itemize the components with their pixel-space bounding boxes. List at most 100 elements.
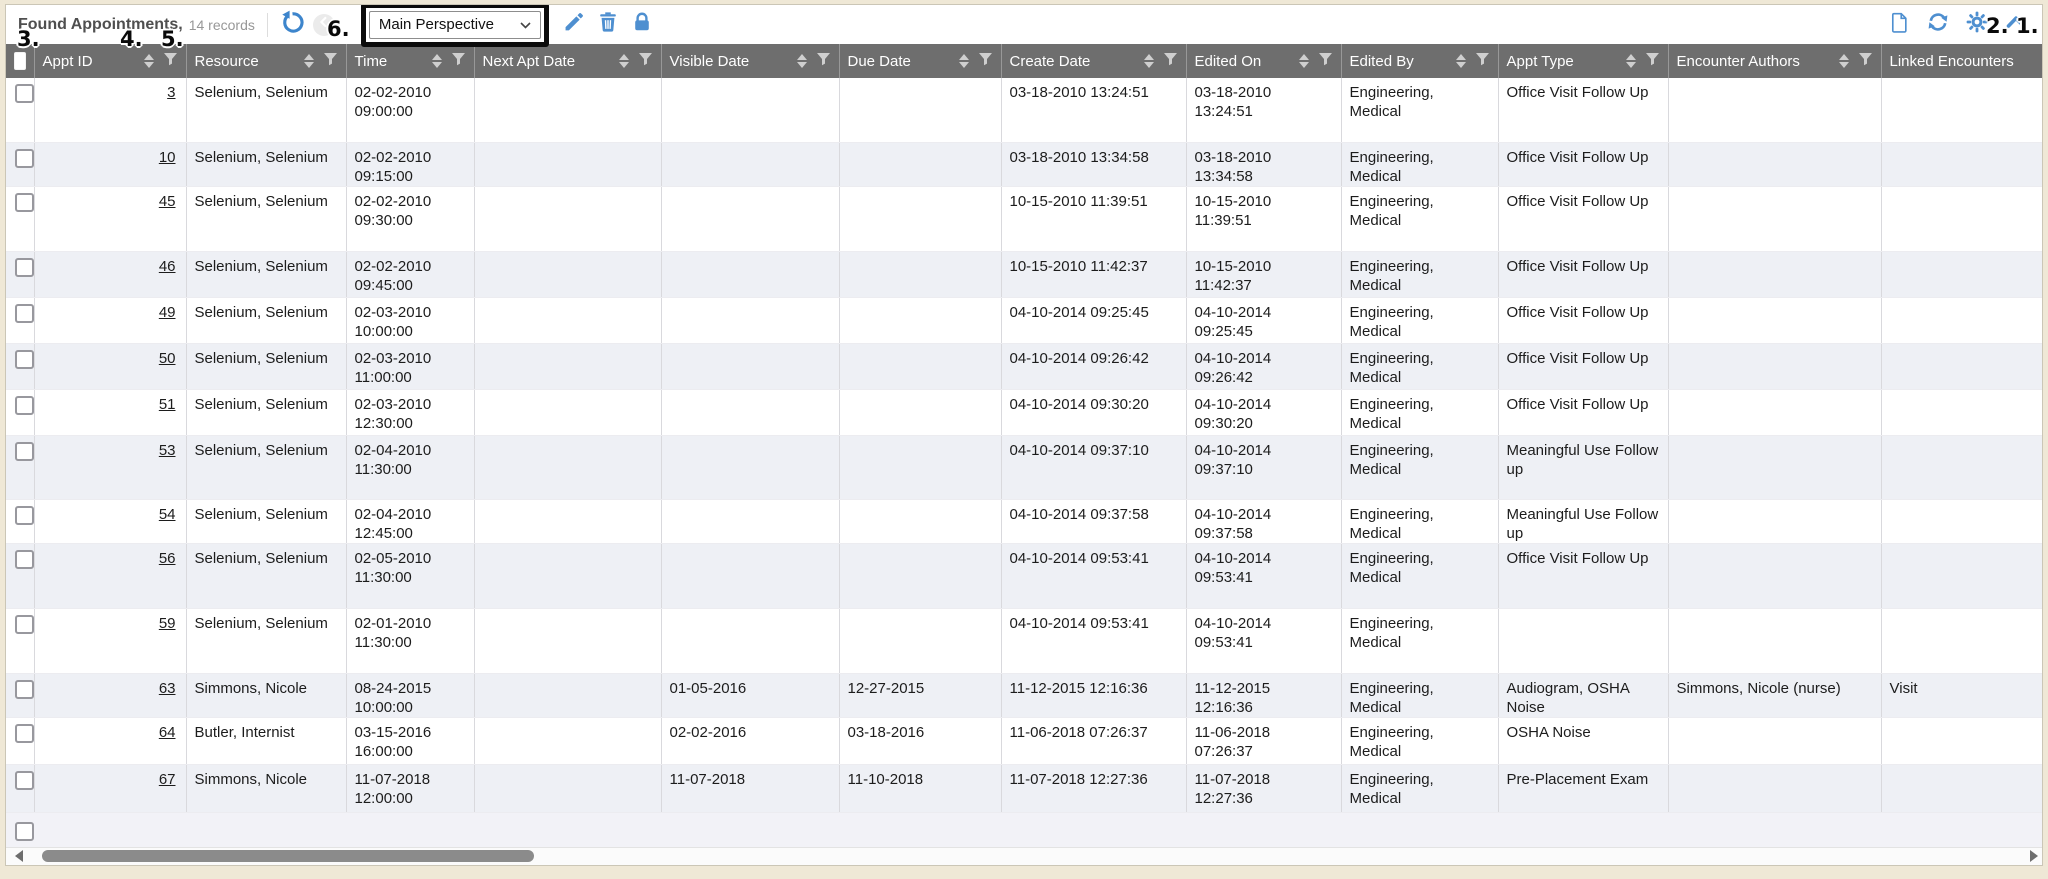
cell-time: 02-05-2010 11:30:00 — [346, 543, 474, 608]
appt-id-link[interactable]: 63 — [159, 680, 176, 697]
sort-icon[interactable] — [1626, 54, 1636, 68]
appt-id-link[interactable]: 3 — [167, 84, 175, 101]
cell-edited_by: Engineering, Medical — [1341, 297, 1498, 343]
row-checkbox[interactable] — [15, 724, 34, 743]
filter-icon[interactable] — [978, 52, 993, 71]
column-header-label: Appt ID — [43, 53, 93, 70]
sort-icon[interactable] — [1299, 54, 1309, 68]
column-header-linked_encounters: Linked Encounters — [1881, 44, 2042, 78]
appt-id-link[interactable]: 49 — [159, 304, 176, 321]
sort-icon[interactable] — [1456, 54, 1466, 68]
column-header-due_date: Due Date — [839, 44, 1001, 78]
annotation-1: 1. — [2016, 14, 2039, 38]
row-checkbox[interactable] — [15, 149, 34, 168]
annotation-5: 5. — [161, 27, 184, 51]
cell-edited_by: Engineering, Medical — [1341, 389, 1498, 435]
cell-edited_on: 04-10-2014 09:37:10 — [1186, 435, 1341, 499]
undo-button[interactable] — [280, 10, 305, 40]
page-icon — [1888, 11, 1911, 39]
row-checkbox[interactable] — [15, 550, 34, 569]
sort-icon[interactable] — [144, 54, 154, 68]
lock-perspective-button[interactable] — [631, 11, 653, 38]
filter-icon[interactable] — [638, 52, 653, 71]
appt-id-link[interactable]: 10 — [159, 149, 176, 166]
sort-icon[interactable] — [797, 54, 807, 68]
cell-encounter_authors — [1668, 186, 1881, 251]
sort-up-arrow-icon — [1456, 54, 1466, 60]
cell-time: 02-03-2010 10:00:00 — [346, 297, 474, 343]
cell-encounter_authors — [1668, 717, 1881, 764]
row-checkbox[interactable] — [15, 84, 34, 103]
horizontal-scrollbar[interactable] — [6, 847, 2042, 865]
filter-icon[interactable] — [1858, 52, 1873, 71]
refresh-button[interactable] — [1926, 10, 1950, 39]
row-checkbox[interactable] — [15, 350, 34, 369]
row-checkbox[interactable] — [15, 615, 34, 634]
filter-icon[interactable] — [451, 52, 466, 71]
row-checkbox[interactable] — [15, 680, 34, 699]
cell-resource: Simmons, Nicole — [186, 764, 346, 812]
cell-due_date — [839, 389, 1001, 435]
cell-checkbox — [6, 142, 34, 186]
row-checkbox[interactable] — [15, 304, 34, 323]
appt-id-link[interactable]: 54 — [159, 506, 176, 523]
cell-appt-id: 51 — [34, 389, 186, 435]
cell-appt_type: Office Visit Follow Up — [1498, 297, 1668, 343]
row-checkbox[interactable] — [15, 258, 34, 277]
cell-resource: Selenium, Selenium — [186, 499, 346, 543]
sort-up-arrow-icon — [959, 54, 969, 60]
perspective-select[interactable]: Main Perspective — [369, 11, 541, 39]
cell-resource: Selenium, Selenium — [186, 78, 346, 142]
sort-icon[interactable] — [304, 54, 314, 68]
column-header-label: Edited On — [1195, 53, 1262, 70]
scroll-right-arrow[interactable] — [2030, 850, 2038, 862]
table-row: 64Butler, Internist03-15-2016 16:00:0002… — [6, 717, 2042, 764]
appt-id-link[interactable]: 56 — [159, 550, 176, 567]
row-checkbox[interactable] — [15, 396, 34, 415]
appt-id-link[interactable]: 51 — [159, 396, 176, 413]
empty-row-cell — [6, 812, 2042, 847]
sort-icon[interactable] — [432, 54, 442, 68]
row-checkbox[interactable] — [15, 506, 34, 525]
row-checkbox[interactable] — [15, 822, 34, 841]
cell-edited_by: Engineering, Medical — [1341, 251, 1498, 297]
filter-icon[interactable] — [1645, 52, 1660, 71]
scrollbar-thumb[interactable] — [42, 850, 534, 862]
filter-icon[interactable] — [1318, 52, 1333, 71]
row-checkbox[interactable] — [15, 193, 34, 212]
appt-id-link[interactable]: 46 — [159, 258, 176, 275]
appt-id-link[interactable]: 50 — [159, 350, 176, 367]
perspective-select-value: Main Perspective — [379, 16, 494, 33]
sort-icon[interactable] — [1839, 54, 1849, 68]
delete-perspective-button[interactable] — [597, 11, 619, 38]
cell-encounter_authors — [1668, 78, 1881, 142]
sort-icon[interactable] — [959, 54, 969, 68]
edit-perspective-button[interactable] — [563, 11, 585, 38]
row-checkbox[interactable] — [15, 442, 34, 461]
appt-id-link[interactable]: 67 — [159, 771, 176, 788]
sort-icon[interactable] — [1144, 54, 1154, 68]
new-document-button[interactable] — [1888, 11, 1911, 39]
cell-encounter_authors — [1668, 389, 1881, 435]
cell-next_apt_date — [474, 435, 661, 499]
scroll-left-arrow[interactable] — [15, 850, 23, 862]
appt-id-link[interactable]: 59 — [159, 615, 176, 632]
cell-linked_encounters — [1881, 389, 2042, 435]
app-frame: Found Appointments, 14 records Main Pers… — [0, 0, 2048, 879]
select-all-checkbox[interactable] — [14, 52, 26, 70]
column-header-label: Linked Encounters — [1890, 53, 2014, 70]
filter-icon[interactable] — [1475, 52, 1490, 71]
row-checkbox[interactable] — [15, 771, 34, 790]
appt-id-link[interactable]: 45 — [159, 193, 176, 210]
appt-id-link[interactable]: 64 — [159, 724, 176, 741]
table-row: 51Selenium, Selenium02-03-2010 12:30:000… — [6, 389, 2042, 435]
filter-icon[interactable] — [323, 52, 338, 71]
cell-appt_type: Audiogram, OSHA Noise — [1498, 673, 1668, 717]
sort-icon[interactable] — [619, 54, 629, 68]
filter-icon[interactable] — [816, 52, 831, 71]
appt-id-link[interactable]: 53 — [159, 442, 176, 459]
cell-resource: Butler, Internist — [186, 717, 346, 764]
filter-icon[interactable] — [1163, 52, 1178, 71]
filter-icon[interactable] — [163, 52, 178, 71]
found-appointments-panel: Found Appointments, 14 records Main Pers… — [5, 4, 2043, 866]
